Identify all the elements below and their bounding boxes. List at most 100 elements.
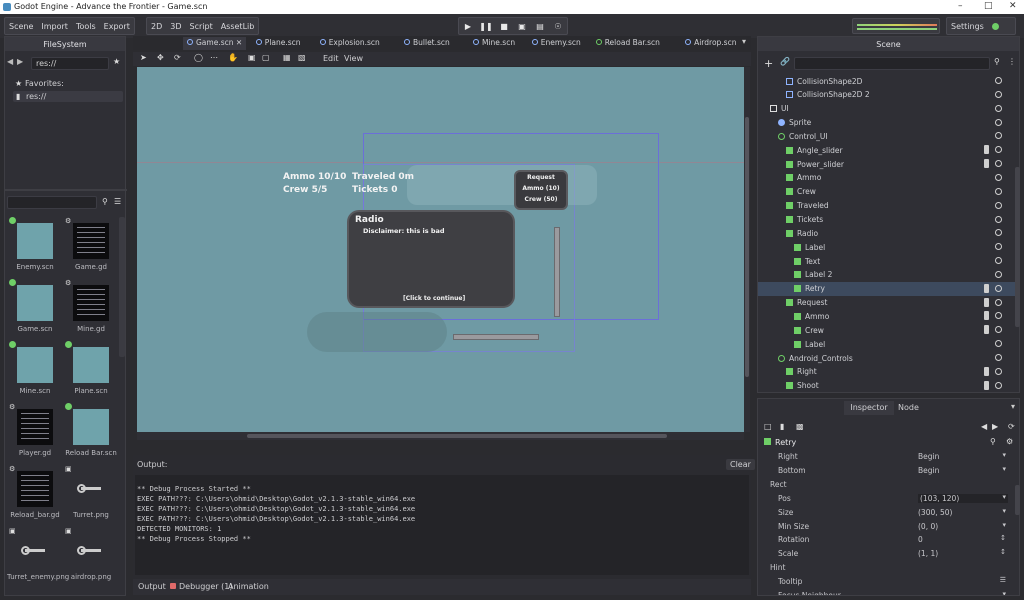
inspector-scrollbar[interactable] [1015, 485, 1020, 515]
property-dropdown-icon[interactable]: ↕ [1000, 534, 1006, 542]
scene-menu[interactable]: Scene [9, 22, 33, 31]
path-field[interactable]: res:// [31, 57, 109, 70]
output-tab[interactable]: Output [138, 582, 166, 591]
settings-button[interactable]: Settings [951, 22, 984, 31]
close-tab-icon[interactable]: ✕ [234, 38, 242, 47]
property-section[interactable]: Rect [770, 480, 787, 489]
edit-bones-icon[interactable]: ◯ [194, 53, 203, 62]
viewport-h-scrollbar[interactable] [137, 432, 744, 440]
visibility-eye-icon[interactable] [995, 77, 1002, 84]
pause-icon[interactable]: ❚❚ [479, 19, 493, 33]
list-select-icon[interactable]: ⋯ [210, 53, 218, 62]
visibility-eye-icon[interactable] [995, 104, 1002, 112]
tree-node[interactable]: Tickets [758, 213, 1016, 227]
property-row[interactable]: Scale (1, 1) ↕ [758, 546, 1016, 560]
property-row[interactable]: Right Begin ▾ [758, 449, 1016, 463]
select-tool-icon[interactable]: ➤ [140, 53, 147, 62]
assetlib-workspace-button[interactable]: AssetLib [221, 22, 255, 31]
tree-node[interactable]: Traveled [758, 199, 1016, 213]
tabs-menu-icon[interactable]: ▾ [742, 37, 746, 46]
property-row[interactable]: Size (300, 50) ▾ [758, 505, 1016, 519]
inspector-tab[interactable]: Inspector [844, 401, 894, 415]
filesystem-tab[interactable]: FileSystem [5, 37, 125, 51]
move-tool-icon[interactable]: ✥ [157, 53, 164, 62]
play-custom-scene-icon[interactable]: ▤ [533, 19, 547, 33]
visibility-eye-icon[interactable] [995, 354, 1002, 361]
filter-options-icon[interactable]: ⋮ [1008, 57, 1016, 66]
script-attached-icon[interactable] [984, 283, 989, 293]
file-item[interactable]: ⚙ Reload_bar.gd [7, 463, 63, 525]
new-resource-icon[interactable]: □ [764, 422, 772, 431]
visibility-eye-icon[interactable] [995, 326, 1002, 334]
scene-tab[interactable]: Enemy.scn [528, 37, 585, 50]
search-icon[interactable]: ⚲ [990, 437, 996, 446]
script-attached-icon[interactable] [984, 366, 989, 376]
history-back-icon[interactable]: ◀ [981, 422, 987, 431]
edit-menu[interactable]: Edit [323, 54, 339, 63]
script-workspace-button[interactable]: Script [190, 22, 213, 31]
property-row[interactable]: Rotation 0 ↕ [758, 532, 1016, 546]
property-dropdown-icon[interactable]: ▾ [1002, 507, 1006, 515]
property-value[interactable]: Begin [918, 452, 939, 461]
script-attached-icon[interactable] [984, 311, 989, 321]
dock-menu-icon[interactable]: ▾ [1011, 402, 1015, 411]
unlock-icon[interactable]: ▢ [262, 53, 270, 62]
animation-tab[interactable]: Animation [228, 582, 269, 591]
visibility-eye-icon[interactable] [995, 284, 1002, 292]
node-filter-input[interactable] [794, 57, 990, 70]
visibility-eye-icon[interactable] [995, 201, 1002, 209]
retry-button[interactable]: [Click to continue] [403, 295, 465, 302]
power-slider[interactable] [554, 227, 560, 317]
rotate-tool-icon[interactable]: ⟳ [174, 53, 181, 62]
property-dropdown-icon[interactable]: ↕ [1000, 548, 1006, 556]
viewport-v-scrollbar[interactable] [744, 67, 750, 432]
property-row[interactable]: Bottom Begin ▾ [758, 463, 1016, 477]
debugger-tab[interactable]: Debugger (1) [179, 582, 232, 591]
open-resource-icon[interactable]: ▮ [780, 422, 784, 431]
visibility-eye-icon[interactable] [995, 243, 1002, 251]
export-menu[interactable]: Export [104, 22, 130, 31]
visibility-eye-icon[interactable] [995, 270, 1002, 278]
visibility-eye-icon[interactable] [995, 381, 1002, 389]
property-section[interactable]: Hint [770, 563, 785, 572]
visibility-eye-icon[interactable] [995, 312, 1002, 320]
stop-icon[interactable]: ■ [497, 19, 511, 33]
tree-node[interactable]: Label [758, 337, 1016, 351]
script-attached-icon[interactable] [984, 145, 989, 155]
visibility-eye-icon[interactable] [995, 229, 1002, 237]
play-icon[interactable]: ▶ [461, 19, 475, 33]
ungroup-icon[interactable]: ▧ [298, 53, 306, 62]
import-menu[interactable]: Import [41, 22, 68, 31]
file-item[interactable]: Plane.scn [63, 339, 119, 401]
script-attached-icon[interactable] [984, 380, 989, 390]
tree-node[interactable]: Power_slider [758, 157, 1016, 171]
pan-tool-icon[interactable]: ✋ [228, 53, 238, 62]
scene-tab[interactable]: Game.scn ✕ [183, 37, 247, 50]
property-value[interactable]: 0 [918, 535, 923, 544]
visibility-eye-icon[interactable] [995, 340, 1002, 348]
scene-tab[interactable]: Scene [758, 37, 1019, 51]
tree-node[interactable]: Angle_slider [758, 143, 1016, 157]
gear-icon[interactable]: ⚙ [1006, 437, 1013, 446]
tree-node[interactable]: Text [758, 254, 1016, 268]
tree-node[interactable]: Shoot [758, 379, 1016, 392]
property-value[interactable]: (103, 120) [918, 493, 1008, 503]
visibility-eye-icon[interactable] [995, 187, 1002, 195]
property-value[interactable]: (1, 1) [918, 549, 938, 558]
file-item[interactable]: Enemy.scn [7, 215, 63, 277]
file-search-input[interactable] [7, 196, 97, 209]
tree-node[interactable]: Ammo [758, 309, 1016, 323]
tree-node[interactable]: Crew [758, 185, 1016, 199]
property-row[interactable]: Tooltip ☰ [758, 574, 1016, 588]
instance-scene-icon[interactable]: 🔗 [780, 57, 790, 66]
favorite-star-icon[interactable]: ★ [113, 57, 120, 66]
scene-tab[interactable]: Explosion.scn [316, 37, 384, 50]
visibility-eye-icon[interactable] [995, 215, 1002, 223]
file-item[interactable]: ⚙ Player.gd [7, 401, 63, 463]
file-item[interactable]: ⚙ Mine.gd [63, 277, 119, 339]
view-menu[interactable]: View [344, 54, 363, 63]
tree-node[interactable]: Label 2 [758, 268, 1016, 282]
property-dropdown-icon[interactable]: ☰ [1000, 576, 1006, 584]
script-attached-icon[interactable] [984, 159, 989, 169]
visibility-eye-icon[interactable] [995, 298, 1002, 306]
